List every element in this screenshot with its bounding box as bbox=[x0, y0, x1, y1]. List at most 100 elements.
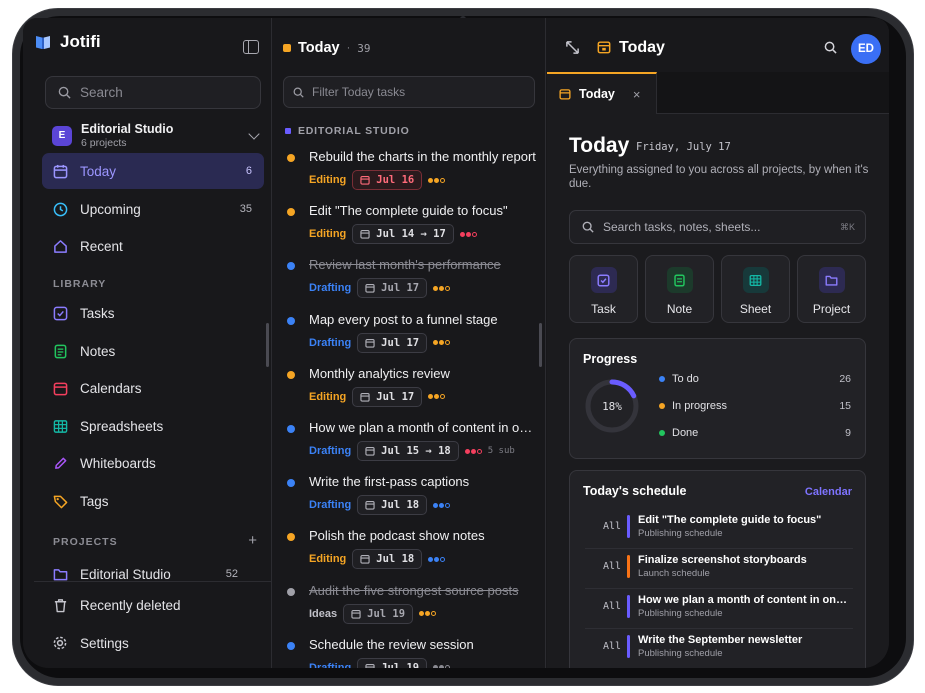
schedule-item[interactable]: All Write the September newsletter Publish… bbox=[585, 629, 853, 668]
task-title: Rebuild the charts in the monthly report bbox=[309, 149, 536, 164]
detail-pane: Today ED Today × Today Friday, July 17 E… bbox=[547, 18, 889, 668]
schedule-time: All bbox=[603, 601, 622, 612]
due-date-pill[interactable]: Jul 19 bbox=[343, 603, 414, 624]
filter-field[interactable] bbox=[283, 76, 535, 108]
due-date-pill[interactable]: Jul 16 bbox=[352, 170, 423, 190]
priority-dots-icon bbox=[464, 448, 482, 454]
status-dot[interactable] bbox=[287, 479, 295, 488]
sidebar-item-label: Whiteboards bbox=[80, 455, 156, 471]
task-meta: Editing Jul 16 bbox=[309, 170, 446, 190]
calendar-link[interactable]: Calendar bbox=[805, 486, 852, 498]
list-title: Today bbox=[298, 40, 340, 56]
pane-search-input[interactable] bbox=[603, 220, 823, 234]
close-tab-icon[interactable]: × bbox=[633, 87, 641, 102]
sidebar-item-label: Notes bbox=[80, 343, 116, 359]
due-date-pill[interactable]: Jul 18 bbox=[352, 549, 423, 570]
workspace-switcher[interactable]: E Editorial Studio 6 projects bbox=[52, 122, 260, 149]
list-scrollbar[interactable] bbox=[539, 323, 542, 367]
status-dot[interactable] bbox=[287, 425, 295, 433]
due-date-pill[interactable]: Jul 17 bbox=[357, 332, 428, 353]
schedule-subtitle: Publishing schedule bbox=[638, 648, 723, 659]
priority-dots-icon bbox=[433, 502, 451, 508]
priority-dots-icon bbox=[428, 177, 446, 183]
sidebar-scrollbar[interactable] bbox=[266, 323, 269, 367]
quick-add-project-button[interactable]: Project bbox=[797, 255, 866, 323]
sidebar-item-label: Upcoming bbox=[80, 201, 141, 217]
pane-search[interactable]: ⌘K bbox=[569, 210, 866, 244]
note-icon bbox=[666, 267, 693, 293]
due-date-pill[interactable]: Jul 17 bbox=[352, 386, 423, 407]
due-date-pill[interactable]: Jul 15 → 18 bbox=[357, 441, 459, 461]
sidebar-toggle-icon[interactable] bbox=[243, 40, 259, 54]
quick-add-note-button[interactable]: Note bbox=[645, 255, 714, 323]
task-row[interactable]: Polish the podcast show notes Editing Jul … bbox=[287, 527, 537, 579]
schedule-subtitle: Publishing schedule bbox=[638, 528, 723, 539]
sidebar-search[interactable] bbox=[45, 76, 261, 109]
status-dot[interactable] bbox=[287, 208, 295, 217]
task-meta: Ideas Jul 19 bbox=[309, 603, 437, 624]
sidebar-item-label: Tasks bbox=[80, 305, 115, 321]
status-dot[interactable] bbox=[287, 370, 295, 379]
sidebar-item-recently-deleted[interactable]: Recently deleted bbox=[42, 587, 264, 623]
search-icon bbox=[293, 87, 304, 98]
sidebar-item-upcoming[interactable]: Upcoming 35 bbox=[42, 191, 264, 227]
sidebar-item-spreadsheets[interactable]: Spreadsheets bbox=[42, 408, 264, 444]
schedule-color-bar bbox=[627, 595, 630, 618]
due-date-pill[interactable]: Jul 18 bbox=[357, 495, 428, 516]
status-dot[interactable] bbox=[287, 154, 295, 162]
status-dot[interactable] bbox=[287, 587, 295, 596]
task-row[interactable]: Monthly analytics review Editing Jul 17 bbox=[287, 365, 537, 417]
sidebar-item-label: Settings bbox=[80, 635, 129, 651]
task-row[interactable]: Review last month's performance Drafting J… bbox=[287, 256, 537, 308]
sidebar-item-recent[interactable]: Recent bbox=[42, 228, 264, 264]
tab-today[interactable]: Today × bbox=[547, 72, 657, 114]
filter-input[interactable] bbox=[312, 85, 512, 99]
sidebar-item-tasks[interactable]: Tasks bbox=[42, 295, 264, 331]
expand-icon[interactable] bbox=[565, 40, 580, 55]
sidebar-item-settings[interactable]: Settings bbox=[42, 625, 264, 661]
due-date-pill[interactable]: Jul 19 bbox=[357, 657, 428, 668]
task-row[interactable]: Schedule the review session Drafting Jul 1… bbox=[287, 636, 537, 668]
task-row[interactable]: Audit the five strongest source posts Ide… bbox=[287, 582, 537, 634]
status-label: Editing bbox=[309, 174, 347, 186]
task-row[interactable]: Write the first-pass captions Drafting Jul… bbox=[287, 473, 537, 525]
task-row[interactable]: Map every post to a funnel stage Drafting… bbox=[287, 311, 537, 363]
status-dot[interactable] bbox=[287, 262, 295, 271]
status-dot[interactable] bbox=[287, 533, 295, 542]
tab-label: Today bbox=[579, 87, 615, 101]
sidebar-item-tags[interactable]: Tags bbox=[42, 483, 264, 519]
sidebar-item-notes[interactable]: Notes bbox=[42, 333, 264, 369]
pane-header: Today ED bbox=[547, 18, 889, 72]
task-row[interactable]: How we plan a month of content in one af… bbox=[287, 419, 537, 471]
sidebar-item-whiteboards[interactable]: Whiteboards bbox=[42, 445, 264, 481]
sidebar-item-calendars[interactable]: Calendars bbox=[42, 370, 264, 406]
library-label: LIBRARY bbox=[53, 278, 107, 290]
note-icon bbox=[52, 343, 68, 359]
search-input[interactable] bbox=[80, 85, 240, 100]
sidebar-item-today[interactable]: Today 6 bbox=[42, 153, 264, 189]
legend-done: Done 9 bbox=[659, 427, 851, 439]
task-row[interactable]: Edit "The complete guide to focus" Editin… bbox=[287, 202, 537, 254]
calendar-icon bbox=[365, 663, 375, 668]
brand[interactable]: Jotifi bbox=[34, 32, 101, 52]
schedule-title: Edit "The complete guide to focus" bbox=[638, 514, 822, 526]
due-date-pill[interactable]: Jul 14 → 17 bbox=[352, 224, 454, 245]
status-dot[interactable] bbox=[287, 641, 295, 650]
task-row[interactable]: Rebuild the charts in the monthly report… bbox=[287, 148, 537, 200]
schedule-item[interactable]: All Finalize screenshot storyboards Launch… bbox=[585, 549, 853, 589]
quick-add-sheet-button[interactable]: Sheet bbox=[721, 255, 790, 323]
schedule-title: How we plan a month of content in one af… bbox=[638, 594, 850, 606]
user-avatar[interactable]: ED bbox=[851, 34, 881, 64]
add-project-button[interactable]: + bbox=[248, 532, 257, 549]
app-screen: Jotifi E Editorial Studio 6 projects Tod… bbox=[23, 18, 889, 668]
quick-add-task-button[interactable]: Task bbox=[569, 255, 638, 323]
calendar-icon bbox=[360, 230, 370, 239]
schedule-item[interactable]: All How we plan a month of content in one… bbox=[585, 589, 853, 629]
schedule-item[interactable]: All Edit "The complete guide to focus" Pub… bbox=[585, 509, 853, 549]
priority-dots-icon bbox=[428, 556, 446, 562]
due-date-pill[interactable]: Jul 17 bbox=[357, 278, 428, 299]
search-icon[interactable] bbox=[824, 41, 837, 54]
shortcut-hint: ⌘K bbox=[839, 221, 855, 232]
group-header: EDITORIAL STUDIO bbox=[285, 125, 410, 137]
status-dot[interactable] bbox=[287, 316, 295, 325]
